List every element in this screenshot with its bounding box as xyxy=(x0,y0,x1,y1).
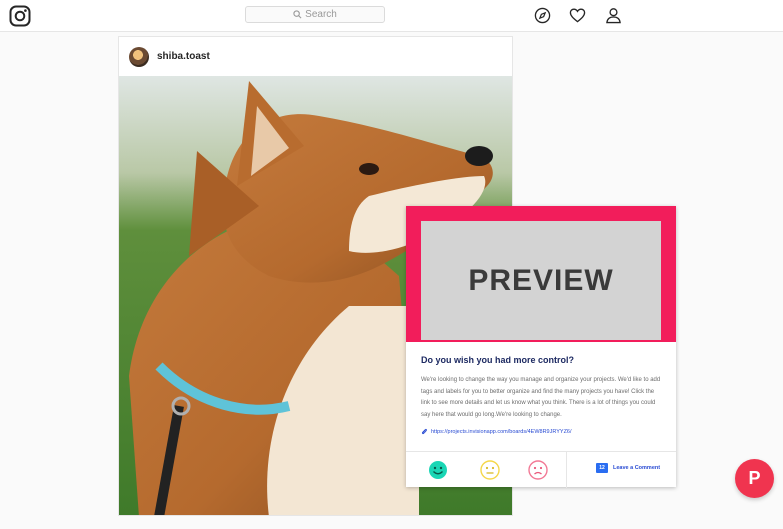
preview-image-label: PREVIEW xyxy=(468,263,614,297)
sad-face-icon[interactable] xyxy=(528,460,548,480)
preview-body: We're looking to change the way you mana… xyxy=(421,377,661,419)
post-username[interactable]: shiba.toast xyxy=(157,51,210,62)
top-navigation-bar: Search xyxy=(0,0,783,32)
footer-divider xyxy=(566,452,567,488)
search-placeholder: Search xyxy=(305,9,337,20)
comment-count-badge: 12 xyxy=(596,463,608,473)
preview-link-text[interactable]: https://projects.invisionapp.com/boards/… xyxy=(431,429,572,435)
fab-label: P xyxy=(748,468,761,488)
leave-comment-label: Leave a Comment xyxy=(613,465,661,471)
preview-card: PREVIEW Do you wish you had more control… xyxy=(406,206,676,488)
compass-icon[interactable] xyxy=(534,7,551,24)
plugin-fab-button[interactable]: P xyxy=(735,459,774,498)
avatar[interactable] xyxy=(129,46,149,67)
happy-face-icon[interactable] xyxy=(428,460,448,480)
neutral-face-icon[interactable] xyxy=(480,460,500,480)
person-icon[interactable] xyxy=(605,7,622,24)
preview-link[interactable]: https://projects.invisionapp.com/boards/… xyxy=(421,428,572,435)
search-icon xyxy=(293,10,302,19)
leave-comment-button[interactable]: 12 Leave a Comment xyxy=(596,463,660,473)
preview-image[interactable]: PREVIEW xyxy=(421,221,661,340)
post-header: shiba.toast xyxy=(119,37,512,77)
preview-image-frame: PREVIEW xyxy=(406,206,676,342)
instagram-icon[interactable] xyxy=(9,5,31,27)
search-input[interactable]: Search xyxy=(245,6,385,23)
preview-footer: 12 Leave a Comment xyxy=(406,451,676,488)
paperclip-icon xyxy=(421,428,428,435)
heart-icon[interactable] xyxy=(569,7,586,24)
preview-title: Do you wish you had more control? xyxy=(421,355,575,365)
